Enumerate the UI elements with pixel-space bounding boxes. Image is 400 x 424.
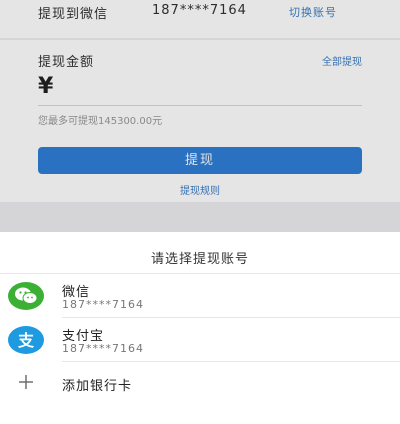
option-add-bank-card[interactable]: 添加银行卡: [0, 362, 400, 406]
dim-overlay[interactable]: [0, 0, 400, 232]
sheet-title: 请选择提现账号: [150, 252, 249, 267]
wechat-icon: [8, 282, 44, 310]
option-wechat[interactable]: 微信 187****7164: [0, 274, 400, 318]
option-account: 187****7164: [62, 298, 144, 311]
option-account: 187****7164: [62, 342, 144, 355]
svg-text:支: 支: [17, 331, 35, 350]
account-select-sheet: 请选择提现账号 微信 187****7164 支 支付宝 187****7164: [0, 232, 400, 424]
alipay-icon: 支: [8, 326, 44, 354]
option-name: 添加银行卡: [62, 379, 133, 394]
option-alipay[interactable]: 支 支付宝 187****7164: [0, 318, 400, 362]
plus-icon: [17, 373, 35, 391]
